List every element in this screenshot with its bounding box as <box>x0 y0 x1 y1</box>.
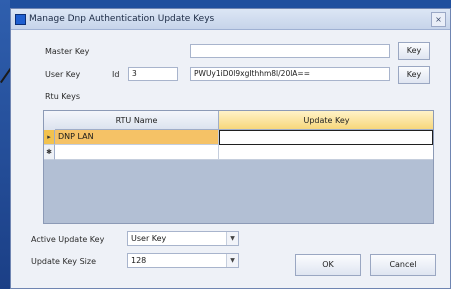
new-row-icon: ✱ <box>44 145 55 160</box>
active-update-key-label: Active Update Key <box>31 235 105 244</box>
update-key-cell[interactable] <box>219 145 433 160</box>
desktop-background <box>0 0 10 289</box>
column-header-rtu-name[interactable]: RTU Name <box>55 111 219 130</box>
grid-header: RTU Name Update Key <box>44 111 433 131</box>
update-key-size-label: Update Key Size <box>31 257 96 266</box>
cancel-button[interactable]: Cancel <box>370 254 436 276</box>
window-title: Manage Dnp Authentication Update Keys <box>29 14 215 24</box>
rtu-keys-label: Rtu Keys <box>45 92 80 101</box>
title-bar: Manage Dnp Authentication Update Keys × <box>11 9 450 30</box>
master-key-field[interactable] <box>190 44 390 58</box>
chevron-down-icon[interactable]: ▼ <box>226 254 238 267</box>
update-key-size-select[interactable]: 128 ▼ <box>127 253 239 268</box>
chevron-down-icon[interactable]: ▼ <box>226 232 238 245</box>
update-key-size-value: 128 <box>131 256 147 265</box>
table-row[interactable]: ▸ DNP LAN <box>44 130 433 145</box>
close-icon[interactable]: × <box>431 12 446 27</box>
rtu-keys-grid[interactable]: RTU Name Update Key ▸ DNP LAN ✱ <box>43 110 434 224</box>
app-icon <box>15 14 26 25</box>
rtu-name-cell[interactable] <box>55 145 219 160</box>
user-key-id-field[interactable]: 3 <box>128 67 178 81</box>
master-key-button[interactable]: Key <box>398 42 430 60</box>
user-key-label: User Key <box>45 70 81 79</box>
active-update-key-select[interactable]: User Key ▼ <box>127 231 239 246</box>
manage-keys-dialog: Manage Dnp Authentication Update Keys × … <box>10 8 451 289</box>
master-key-label: Master Key <box>45 47 90 56</box>
rtu-name-cell[interactable]: DNP LAN <box>55 130 219 145</box>
column-header-update-key[interactable]: Update Key <box>219 111 433 130</box>
user-key-id-label: Id <box>112 70 120 79</box>
update-key-cell[interactable] <box>219 130 433 145</box>
row-indicator-icon: ▸ <box>44 130 55 145</box>
ok-button[interactable]: OK <box>295 254 361 276</box>
active-update-key-value: User Key <box>131 234 167 243</box>
table-row[interactable]: ✱ <box>44 145 433 160</box>
user-key-button[interactable]: Key <box>398 66 430 84</box>
user-key-field[interactable]: PWUy1iD0l9xgIthhm8l/20lA== <box>190 67 390 81</box>
